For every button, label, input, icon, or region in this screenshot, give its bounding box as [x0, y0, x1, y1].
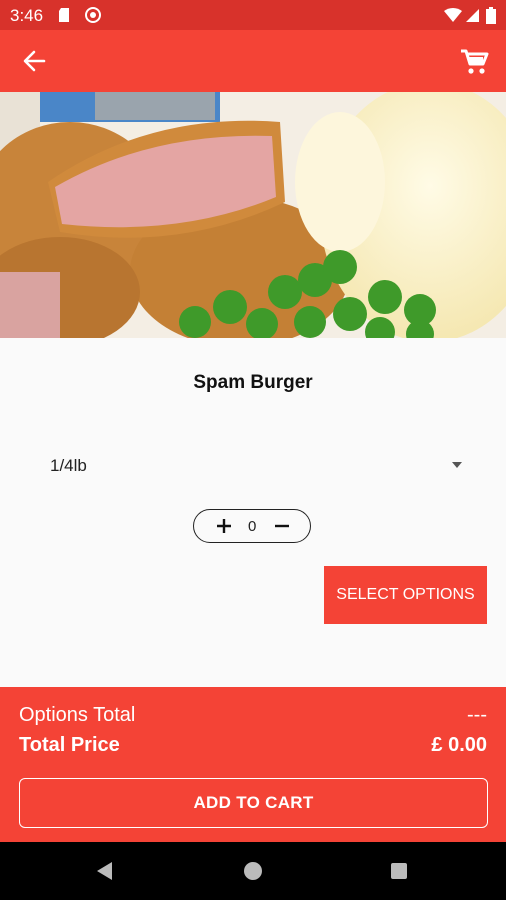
- options-total-value: ---: [467, 704, 487, 726]
- product-title: Spam Burger: [193, 372, 313, 393]
- quantity-value: 0: [248, 518, 257, 535]
- nav-back-icon[interactable]: [97, 862, 112, 880]
- minus-icon[interactable]: [272, 516, 292, 536]
- size-dropdown-value: 1/4lb: [50, 456, 87, 475]
- total-price-value: £ 0.00: [431, 734, 487, 756]
- sync-icon: [85, 7, 101, 23]
- signal-icon: [466, 9, 479, 22]
- plus-icon[interactable]: [214, 516, 234, 536]
- system-nav-bar: [0, 842, 506, 900]
- product-image: [0, 92, 506, 338]
- app-bar: [0, 30, 506, 92]
- status-bar: 3:46: [0, 0, 506, 30]
- dropdown-arrow-icon: [452, 462, 462, 468]
- size-dropdown[interactable]: 1/4lb: [50, 452, 470, 480]
- cart-icon[interactable]: [460, 48, 490, 76]
- nav-recents-icon[interactable]: [391, 863, 407, 879]
- status-time: 3:46: [10, 6, 44, 25]
- order-footer: Options Total --- Total Price £ 0.00 ADD…: [0, 687, 506, 842]
- add-to-cart-button[interactable]: ADD TO CART: [19, 778, 488, 828]
- options-total-label: Options Total: [19, 704, 136, 726]
- nav-home-icon[interactable]: [244, 862, 262, 880]
- sd-card-icon: [59, 8, 69, 22]
- total-price-label: Total Price: [19, 734, 120, 756]
- back-arrow-icon[interactable]: [18, 47, 50, 75]
- battery-icon: [486, 7, 496, 24]
- select-options-button[interactable]: SELECT OPTIONS: [324, 566, 487, 624]
- quantity-stepper: 0: [193, 509, 311, 543]
- wifi-icon: [444, 8, 462, 22]
